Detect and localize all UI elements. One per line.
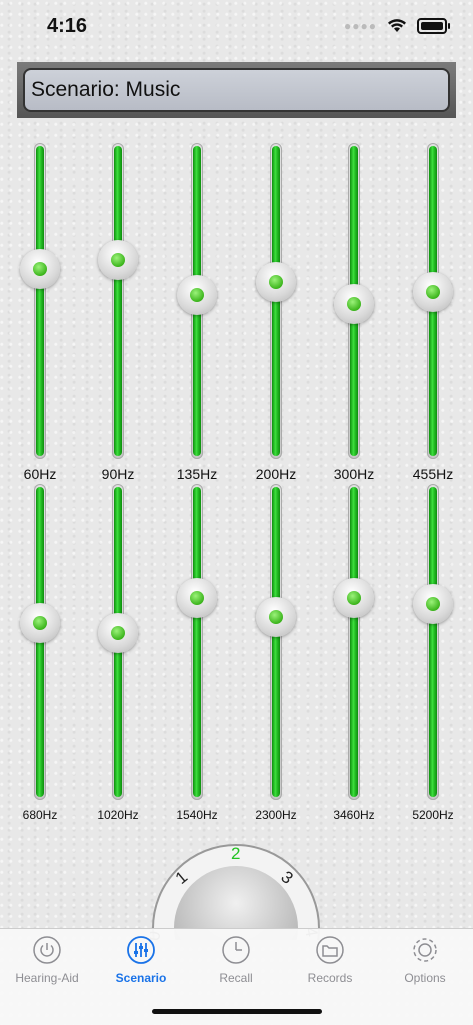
slider-knob[interactable] <box>413 272 453 312</box>
tab-records[interactable]: Records <box>283 935 377 985</box>
signal-icon: ●●●● <box>344 19 377 33</box>
status-bar: 4:16 ●●●● <box>0 0 473 52</box>
scenario-label: Scenario: Music <box>31 78 181 101</box>
slider-track <box>112 143 124 459</box>
slider-knob[interactable] <box>256 597 296 637</box>
frequency-label: 60Hz <box>23 466 57 482</box>
eq-slider-455hz[interactable] <box>403 143 463 459</box>
wifi-icon <box>388 19 406 32</box>
volume-dial[interactable]: 0 1 2 3 4 <box>150 840 325 940</box>
eq-slider-3460hz[interactable] <box>324 484 384 800</box>
tab-scenario[interactable]: Scenario <box>94 935 188 985</box>
slider-fill <box>36 146 44 456</box>
frequency-label: 1540Hz <box>176 808 218 822</box>
eq-slider-200hz[interactable] <box>246 143 306 459</box>
slider-fill <box>114 146 122 456</box>
status-icons: ●●●● <box>344 18 450 34</box>
tab-label: Hearing-Aid <box>15 971 79 985</box>
eq-slider-2300hz[interactable] <box>246 484 306 800</box>
tab-recall[interactable]: Recall <box>189 935 283 985</box>
slider-knob[interactable] <box>256 262 296 302</box>
frequency-label: 2300Hz <box>255 808 297 822</box>
frequency-label: 3460Hz <box>333 808 375 822</box>
status-time: 4:16 <box>47 15 88 37</box>
slider-knob[interactable] <box>177 578 217 618</box>
slider-knob[interactable] <box>98 613 138 653</box>
tab-options[interactable]: Options <box>378 935 472 985</box>
eq-slider-1540hz[interactable] <box>167 484 227 800</box>
home-indicator <box>152 1009 322 1014</box>
frequency-label: 90Hz <box>101 466 135 482</box>
slider-knob[interactable] <box>334 284 374 324</box>
slider-track <box>34 143 46 459</box>
slider-track <box>191 484 203 800</box>
equalizer-icon <box>127 936 155 964</box>
slider-fill <box>272 487 280 797</box>
battery-icon <box>417 18 450 34</box>
power-icon <box>33 936 61 964</box>
tab-label: Scenario <box>115 971 167 985</box>
eq-slider-5200hz[interactable] <box>403 484 463 800</box>
slider-fill <box>193 487 201 797</box>
gear-icon <box>413 938 437 962</box>
eq-slider-60hz[interactable] <box>10 143 70 459</box>
slider-fill <box>350 487 358 797</box>
eq-slider-135hz[interactable] <box>167 143 227 459</box>
frequency-label: 300Hz <box>333 466 375 482</box>
tab-label: Records <box>307 971 353 985</box>
slider-knob[interactable] <box>20 603 60 643</box>
slider-track <box>348 484 360 800</box>
tab-label: Options <box>404 971 446 985</box>
tab-hearing-aid[interactable]: Hearing-Aid <box>0 935 94 985</box>
eq-slider-90hz[interactable] <box>88 143 148 459</box>
slider-knob[interactable] <box>177 275 217 315</box>
folder-icon <box>316 936 344 964</box>
frequency-label: 135Hz <box>176 466 218 482</box>
slider-track <box>270 484 282 800</box>
slider-fill <box>429 487 437 797</box>
scenario-selector[interactable]: Scenario: Music <box>23 68 450 112</box>
frequency-label: 455Hz <box>412 466 454 482</box>
eq-slider-300hz[interactable] <box>324 143 384 459</box>
scenario-frame: Scenario: Music <box>17 62 456 118</box>
frequency-label: 5200Hz <box>412 808 454 822</box>
frequency-label: 200Hz <box>255 466 297 482</box>
clock-icon <box>222 936 250 964</box>
slider-track <box>427 484 439 800</box>
slider-knob[interactable] <box>98 240 138 280</box>
eq-slider-680hz[interactable] <box>10 484 70 800</box>
slider-knob[interactable] <box>20 249 60 289</box>
slider-knob[interactable] <box>334 578 374 618</box>
slider-knob[interactable] <box>413 584 453 624</box>
frequency-label: 1020Hz <box>97 808 139 822</box>
dial-number-2: 2 <box>231 844 241 863</box>
eq-slider-1020hz[interactable] <box>88 484 148 800</box>
frequency-label: 680Hz <box>22 808 58 822</box>
tab-label: Recall <box>219 971 253 985</box>
